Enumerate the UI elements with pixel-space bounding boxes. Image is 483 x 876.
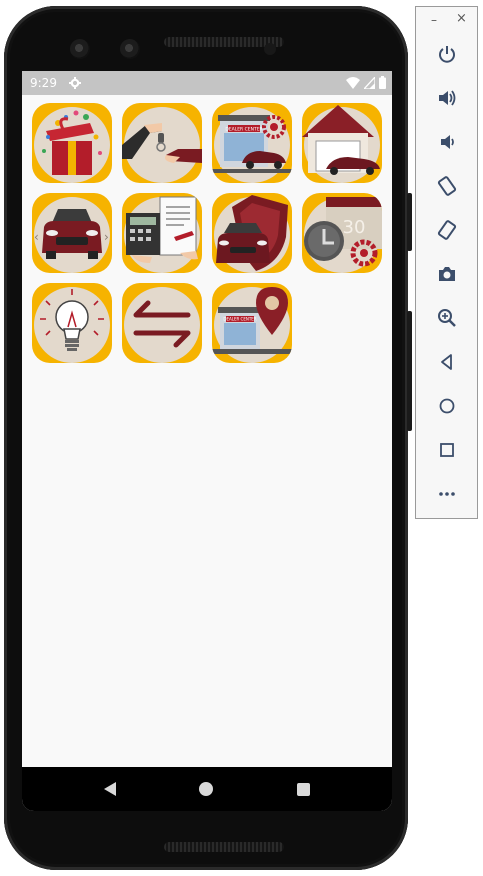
nav-home-icon[interactable] <box>199 782 214 796</box>
dealer-center-service-icon: DEALER CENTER <box>212 107 292 183</box>
volume-down-button[interactable] <box>432 127 462 157</box>
car-gallery-tile[interactable]: ‹ › <box>32 193 112 273</box>
signal-icon <box>364 76 375 89</box>
rotate-right-button[interactable] <box>432 215 462 245</box>
volume-side-button[interactable] <box>407 311 412 431</box>
dealer-location-pin-icon: DEALER CENTER <box>212 287 292 363</box>
nav-recents-icon[interactable] <box>297 782 311 796</box>
svg-text:30: 30 <box>343 217 366 238</box>
zoom-icon <box>438 309 456 327</box>
device-screen: 9:29 DEALER CENTER ‹ › 30 DEALER CENTER <box>22 71 392 811</box>
sensor-dot <box>264 43 276 55</box>
bottom-speaker <box>164 842 284 852</box>
rotate-left-icon <box>437 176 457 196</box>
documents-calculator-tile[interactable] <box>122 193 202 273</box>
rotate-left-button[interactable] <box>432 171 462 201</box>
screenshot-camera-icon <box>439 267 455 281</box>
wifi-icon <box>346 76 360 89</box>
service-appointment-tile[interactable]: 30 <box>302 193 382 273</box>
gift-box-icon <box>34 107 110 183</box>
status-bar: 9:29 <box>22 71 392 95</box>
garage-car-tile[interactable] <box>302 103 382 183</box>
svg-text:›: › <box>104 230 109 244</box>
home-icon <box>439 398 455 414</box>
toolbar-titlebar: – × <box>416 7 477 37</box>
power-side-button[interactable] <box>407 193 412 251</box>
front-camera-icon <box>70 39 90 59</box>
home-button[interactable] <box>432 391 462 421</box>
more-icon <box>439 492 455 496</box>
status-time: 9:29 <box>30 76 57 90</box>
zoom-button[interactable] <box>432 303 462 333</box>
volume-down-icon <box>441 135 454 149</box>
screenshot-button[interactable] <box>432 259 462 289</box>
battery-icon <box>379 76 386 89</box>
lightbulb-tips-tile[interactable] <box>32 283 112 363</box>
car-front-icon: ‹ › <box>34 197 110 273</box>
documents-calculator-icon <box>124 196 200 273</box>
close-button[interactable]: × <box>456 11 467 26</box>
exchange-arrows-icon <box>124 287 200 363</box>
overview-icon <box>440 443 454 457</box>
nav-back-icon[interactable] <box>103 782 116 796</box>
car-insurance-shield-tile[interactable] <box>212 193 292 273</box>
dealer-center-location-tile[interactable]: DEALER CENTER <box>212 283 292 363</box>
dealer-center-service-tile[interactable]: DEALER CENTER <box>212 103 292 183</box>
rotate-right-icon <box>437 220 457 240</box>
calendar-clock-icon: 30 <box>304 197 382 273</box>
android-nav-bar <box>22 767 392 811</box>
power-button[interactable] <box>432 39 462 69</box>
minimize-button[interactable]: – <box>431 13 437 27</box>
gift-box-tile[interactable] <box>32 103 112 183</box>
volume-up-icon <box>439 90 456 106</box>
back-button[interactable] <box>432 347 462 377</box>
svg-text:‹: ‹ <box>34 230 39 244</box>
power-icon <box>439 46 455 63</box>
lightbulb-icon <box>34 287 110 363</box>
trade-in-arrows-tile[interactable] <box>122 283 202 363</box>
emulator-toolbar: – × <box>415 6 478 519</box>
settings-gear-icon <box>68 77 81 89</box>
insurance-shield-icon <box>214 195 290 273</box>
back-icon <box>441 354 452 370</box>
svg-text:DEALER CENTER: DEALER CENTER <box>225 127 262 133</box>
overview-button[interactable] <box>432 435 462 465</box>
garage-icon <box>302 105 380 183</box>
svg-text:DEALER CENTER: DEALER CENTER <box>223 317 256 322</box>
front-camera-icon <box>120 39 140 59</box>
key-handover-icon <box>122 107 202 183</box>
volume-up-button[interactable] <box>432 83 462 113</box>
more-button[interactable] <box>432 479 462 509</box>
car-key-handover-tile[interactable] <box>122 103 202 183</box>
